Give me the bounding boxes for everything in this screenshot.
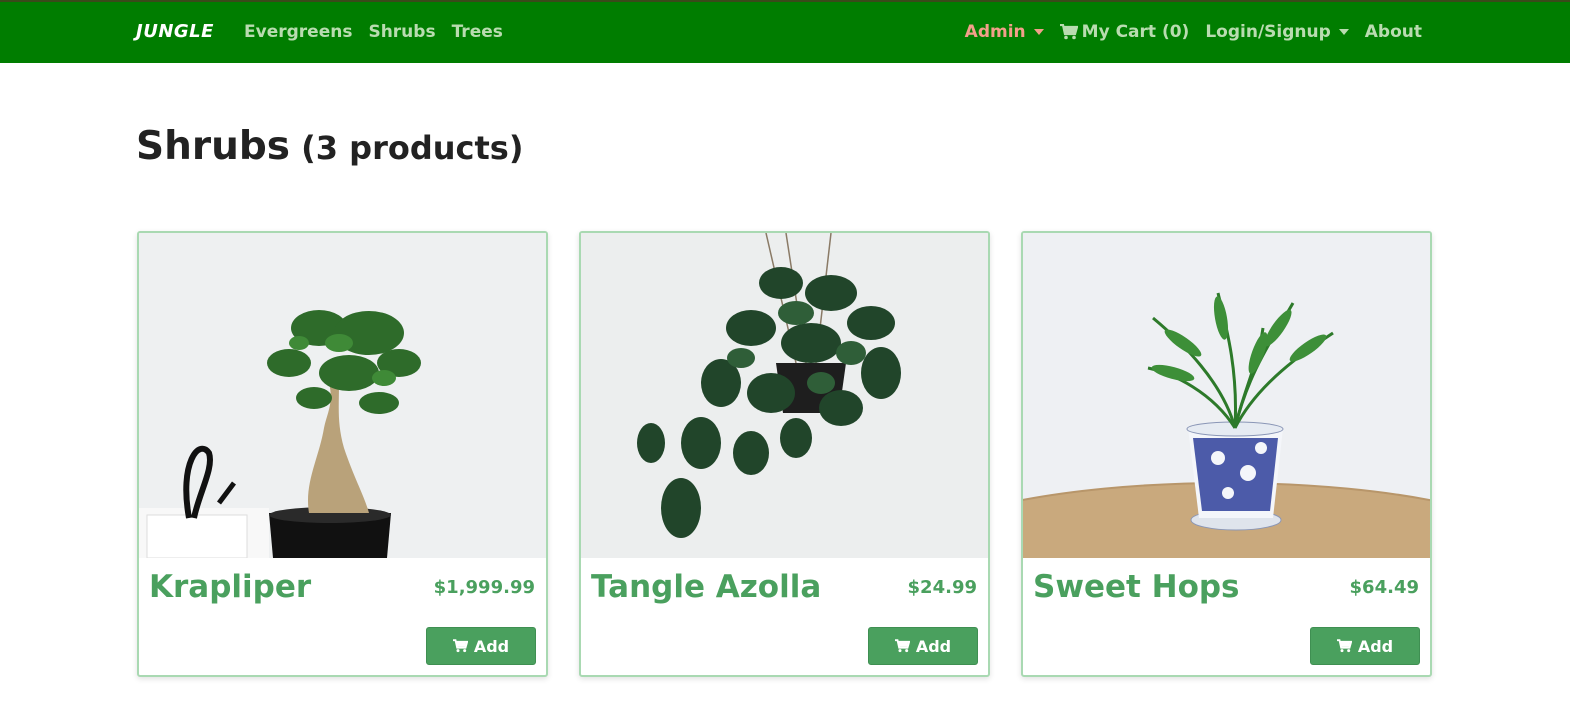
login-signup-dropdown[interactable]: Login/Signup (1205, 22, 1349, 42)
caret-down-icon (1338, 29, 1349, 35)
product-price: $64.49 (1349, 577, 1419, 598)
nav-link-trees[interactable]: Trees (452, 22, 503, 42)
add-button-label: Add (473, 636, 510, 656)
add-button-label: Add (1357, 636, 1394, 656)
category-nav: Evergreens Shrubs Trees (244, 22, 503, 42)
product-grid: Krapliper $1,999.99 Add Tangle Azolla $2… (137, 231, 1432, 677)
add-to-cart-button[interactable]: Add (1310, 627, 1420, 665)
brand-logo[interactable]: JUNGLE (136, 21, 214, 42)
nav-link-shrubs[interactable]: Shrubs (368, 22, 435, 42)
page-title: Shrubs (3 products) (136, 124, 523, 169)
potted-palm-photo[interactable] (1023, 233, 1430, 558)
category-title: Shrubs (136, 124, 290, 169)
cart-label: My Cart (0) (1081, 22, 1190, 42)
caret-down-icon (1033, 29, 1044, 35)
product-count: (3 products) (301, 129, 524, 167)
product-price: $24.99 (907, 577, 977, 598)
shopping-cart-icon (894, 639, 910, 653)
bonsai-plant-photo[interactable] (139, 233, 546, 558)
product-name[interactable]: Krapliper (149, 569, 311, 605)
product-card[interactable]: Krapliper $1,999.99 Add (137, 231, 548, 677)
product-name[interactable]: Sweet Hops (1033, 569, 1240, 605)
add-to-cart-button[interactable]: Add (426, 627, 536, 665)
account-nav: Admin My Cart (0) Login/Signup About (965, 22, 1422, 42)
product-name[interactable]: Tangle Azolla (591, 569, 821, 605)
product-card[interactable]: Tangle Azolla $24.99 Add (579, 231, 990, 677)
shopping-cart-icon (1059, 24, 1078, 40)
hanging-pothos-photo[interactable] (581, 233, 988, 558)
shopping-cart-icon (452, 639, 468, 653)
shopping-cart-icon (1336, 639, 1352, 653)
add-button-label: Add (915, 636, 952, 656)
product-card[interactable]: Sweet Hops $64.49 Add (1021, 231, 1432, 677)
product-price: $1,999.99 (433, 577, 535, 598)
about-link[interactable]: About (1365, 22, 1422, 42)
add-to-cart-button[interactable]: Add (868, 627, 978, 665)
admin-label: Admin (964, 22, 1026, 42)
my-cart-link[interactable]: My Cart (0) (1059, 22, 1190, 42)
top-navbar: JUNGLE Evergreens Shrubs Trees Admin My … (0, 0, 1570, 63)
nav-link-evergreens[interactable]: Evergreens (244, 22, 352, 42)
admin-dropdown[interactable]: Admin (965, 22, 1044, 42)
login-label: Login/Signup (1205, 22, 1331, 42)
